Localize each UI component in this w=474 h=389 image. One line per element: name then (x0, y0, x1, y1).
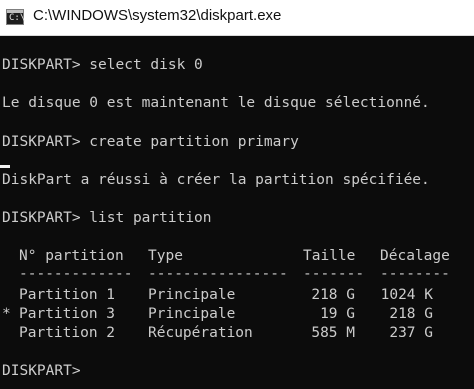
partition-offset: 1024 K (380, 287, 433, 303)
partition-offset: 218 G (389, 306, 433, 322)
partition-size: 585 M (311, 325, 355, 341)
column-header-type: Type (148, 248, 183, 264)
column-separator: ---------------- (148, 266, 288, 282)
console-output[interactable]: DISKPART> select disk 0 Le disque 0 est … (0, 36, 474, 389)
column-header-number: N° partition (19, 248, 124, 264)
partition-offset: 237 G (389, 325, 433, 341)
partition-type: Principale (148, 287, 236, 303)
window-title: C:\WINDOWS\system32\diskpart.exe (33, 7, 282, 24)
row-marker: * (2, 306, 11, 322)
column-header-size: Taille (303, 248, 356, 264)
column-separator: ------------- (19, 266, 133, 282)
partition-number: Partition 1 (19, 287, 116, 303)
partition-number: Partition 2 (19, 325, 116, 341)
console-line: DiskPart a réussi à créer la partition s… (2, 172, 430, 188)
partition-number: Partition 3 (19, 306, 116, 322)
title-bar: C:\ C:\WINDOWS\system32\diskpart.exe (0, 0, 474, 36)
column-header-offset: Décalage (380, 248, 450, 264)
console-line: DISKPART> list partition (2, 210, 212, 226)
row-marker (2, 286, 11, 304)
row-marker (2, 324, 11, 342)
text-cursor (0, 165, 10, 168)
console-line: DISKPART> create partition primary (2, 134, 299, 150)
column-separator: -------- (380, 266, 450, 282)
partition-size: 218 G (311, 287, 355, 303)
console-line: Le disque 0 est maintenant le disque sél… (2, 95, 430, 111)
column-separator: ------- (303, 266, 365, 282)
partition-type: Récupération (148, 325, 253, 341)
cmd-icon: C:\ (6, 9, 25, 25)
console-line: DISKPART> select disk 0 (2, 57, 203, 73)
partition-type: Principale (148, 306, 236, 322)
command-prompt[interactable]: DISKPART> (2, 362, 81, 380)
partition-size: 19 G (320, 306, 355, 322)
